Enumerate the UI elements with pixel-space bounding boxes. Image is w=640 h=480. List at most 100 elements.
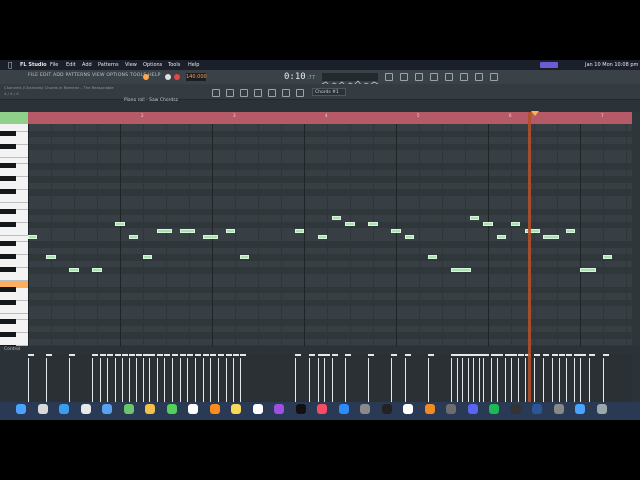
apple-icon[interactable]:  xyxy=(8,60,12,70)
velocity-bar[interactable] xyxy=(589,358,591,402)
velocity-bar[interactable] xyxy=(187,358,189,402)
black-key[interactable] xyxy=(0,130,16,136)
midi-note[interactable] xyxy=(603,254,613,259)
menu-edit[interactable]: Edit xyxy=(66,60,76,70)
velocity-bar[interactable] xyxy=(524,358,526,402)
discord-icon[interactable] xyxy=(467,404,478,414)
midi-note[interactable] xyxy=(69,267,79,272)
midi-note[interactable] xyxy=(225,228,235,233)
midi-note[interactable] xyxy=(428,254,438,259)
black-key[interactable] xyxy=(0,299,16,305)
vertical-scrollbar[interactable] xyxy=(632,112,640,346)
menu-file[interactable]: File xyxy=(50,60,58,70)
midi-note[interactable] xyxy=(115,222,125,226)
midi-note[interactable] xyxy=(92,267,102,272)
velocity-bar[interactable] xyxy=(368,358,370,402)
velocity-bar[interactable] xyxy=(552,358,554,402)
playlist-icon[interactable] xyxy=(415,73,423,81)
velocity-bar[interactable] xyxy=(497,358,499,402)
velocity-bar[interactable] xyxy=(391,358,393,402)
velocity-bar[interactable] xyxy=(92,358,94,402)
chrome-icon[interactable] xyxy=(80,404,91,414)
finder-icon[interactable] xyxy=(16,404,26,414)
midi-note[interactable] xyxy=(469,215,479,220)
menu-add[interactable]: Add xyxy=(82,60,92,70)
velocity-bar[interactable] xyxy=(99,358,101,402)
black-key[interactable] xyxy=(0,189,16,194)
midi-note[interactable] xyxy=(405,235,415,239)
menubar-datetime[interactable]: Jan 10 Mon 10:08 pm xyxy=(585,60,638,70)
velocity-bar[interactable] xyxy=(331,358,333,402)
photos-icon[interactable] xyxy=(145,404,155,414)
menu-view[interactable]: View xyxy=(125,60,137,70)
app-name[interactable]: FL Studio xyxy=(20,60,47,70)
midi-note[interactable] xyxy=(294,228,304,233)
status-icon[interactable] xyxy=(540,62,558,68)
terminal-icon[interactable] xyxy=(381,404,392,414)
midi-note[interactable] xyxy=(497,235,507,239)
playhead-marker-icon[interactable] xyxy=(531,111,539,116)
delete-icon[interactable] xyxy=(268,89,276,97)
velocity-bar[interactable] xyxy=(46,358,48,402)
velocity-bar[interactable] xyxy=(451,358,453,402)
midi-note[interactable] xyxy=(451,267,472,272)
piano-keyboard[interactable] xyxy=(0,112,28,346)
mail-icon[interactable] xyxy=(102,404,112,414)
midi-note[interactable] xyxy=(566,228,576,233)
menu-tools[interactable]: Tools xyxy=(168,60,180,70)
black-key[interactable] xyxy=(0,163,16,168)
mixer-icon[interactable] xyxy=(385,73,393,81)
velocity-bar[interactable] xyxy=(233,358,235,402)
timeline-ruler[interactable]: 2 3 4 5 6 7 xyxy=(28,112,632,124)
calendar-icon[interactable] xyxy=(188,404,198,414)
velocity-bar[interactable] xyxy=(69,358,71,402)
tempo-display[interactable]: 140.000 xyxy=(186,73,207,81)
velocity-bar[interactable] xyxy=(543,358,545,402)
midi-note[interactable] xyxy=(317,235,327,239)
note-grid[interactable] xyxy=(28,124,632,346)
black-key[interactable] xyxy=(0,267,16,272)
messages-icon[interactable] xyxy=(166,404,177,414)
velocity-bar[interactable] xyxy=(566,358,568,402)
velocity-bar[interactable] xyxy=(405,358,407,402)
fl-main-menu[interactable]: FILE EDIT ADD PATTERNS VIEW OPTIONS TOOL… xyxy=(28,73,161,78)
black-key[interactable] xyxy=(0,345,16,346)
black-key[interactable] xyxy=(0,332,16,337)
black-key[interactable] xyxy=(0,254,16,259)
notion-icon[interactable] xyxy=(403,404,413,414)
mute-icon[interactable] xyxy=(282,89,290,97)
midi-note[interactable] xyxy=(28,235,38,239)
velocity-bar[interactable] xyxy=(518,358,520,402)
pencil-icon[interactable] xyxy=(240,89,248,97)
velocity-bar[interactable] xyxy=(143,358,144,402)
velocity-bar[interactable] xyxy=(121,358,123,402)
midi-note[interactable] xyxy=(368,222,378,226)
settings-icon[interactable] xyxy=(360,404,370,414)
maps-icon[interactable] xyxy=(123,404,134,414)
black-key[interactable] xyxy=(0,176,16,181)
velocity-bar[interactable] xyxy=(149,358,151,402)
play-icon[interactable] xyxy=(165,74,171,80)
midi-note[interactable] xyxy=(143,254,153,259)
velocity-bar[interactable] xyxy=(107,358,109,402)
trash-icon[interactable] xyxy=(596,404,607,414)
velocity-bar[interactable] xyxy=(195,358,197,402)
velocity-bar[interactable] xyxy=(504,358,506,402)
midi-note[interactable] xyxy=(331,215,341,220)
vlc-icon[interactable] xyxy=(209,404,220,414)
velocity-bar[interactable] xyxy=(308,358,310,402)
menu-options[interactable]: Options xyxy=(143,60,162,70)
black-key[interactable] xyxy=(0,286,16,292)
midi-note[interactable] xyxy=(511,222,521,226)
brush-icon[interactable] xyxy=(254,89,262,97)
midi-note[interactable] xyxy=(345,222,355,226)
select-icon[interactable] xyxy=(296,89,304,97)
chords-selector[interactable]: Chords #1 xyxy=(312,88,346,96)
plugin-icon[interactable] xyxy=(460,73,468,81)
velocity-bar[interactable] xyxy=(462,358,464,402)
velocity-bar[interactable] xyxy=(28,358,29,402)
black-key[interactable] xyxy=(0,241,16,246)
dl-icon[interactable] xyxy=(575,404,585,414)
velocity-bar[interactable] xyxy=(534,358,535,402)
snap-icon[interactable] xyxy=(212,89,220,97)
